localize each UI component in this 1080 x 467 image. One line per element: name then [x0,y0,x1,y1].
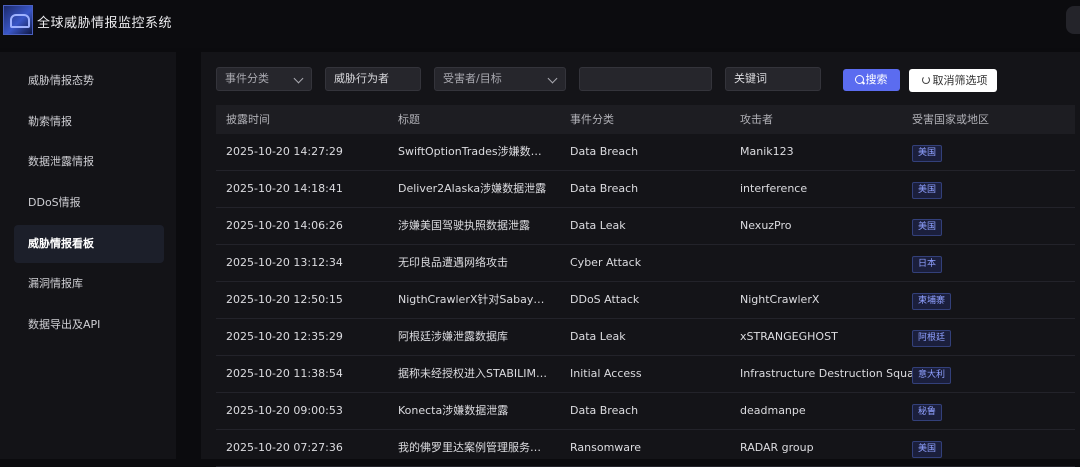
row-category: Cyber Attack [570,256,642,269]
header-attacker[interactable]: 攻击者 [740,105,773,134]
country-badge: 美国 [912,182,943,199]
row-time: 2025-10-20 13:12:34 [226,256,343,269]
row-attacker: deadmanpe [740,404,806,417]
sidebar-item-data-leak[interactable]: 数据泄露情报 [14,143,164,181]
app-title: 全球威胁情报监控系统 [37,16,173,31]
header-category[interactable]: 事件分类 [570,105,614,134]
table-row[interactable]: 2025-10-20 12:50:15 NigthCrawlerX针对Sabay… [216,282,1075,319]
refresh-icon [922,76,930,84]
sidebar: 威胁情报态势 勒索情报 数据泄露情报 DDoS情报 威胁情报看板 漏洞情报库 数… [0,52,176,459]
victim-select[interactable]: 受害者/目标 [434,67,566,91]
row-category: Data Breach [570,404,639,417]
chevron-down-icon [547,73,558,84]
sidebar-item-threat-posture[interactable]: 威胁情报态势 [14,62,164,100]
row-title[interactable]: Konecta涉嫌数据泄露 [398,393,548,429]
row-time: 2025-10-20 12:35:29 [226,330,343,343]
row-title[interactable]: 无印良品遭遇网络攻击 [398,245,548,281]
search-button[interactable]: 搜索 [843,69,900,91]
table-row[interactable]: 2025-10-20 07:27:36 我的佛罗里达案例管理服务有限… Rans… [216,430,1075,467]
search-button-label: 搜索 [865,73,888,86]
row-attacker: RADAR group [740,441,814,454]
category-select-placeholder: 事件分类 [225,72,269,85]
table-row[interactable]: 2025-10-20 14:06:26 涉嫌美国驾驶执照数据泄露 Data Le… [216,208,1075,245]
sidebar-item-vulnerability-db[interactable]: 漏洞情报库 [14,265,164,303]
table-row[interactable]: 2025-10-20 09:00:53 Konecta涉嫌数据泄露 Data B… [216,393,1075,430]
free-text-input[interactable] [579,67,712,91]
main-panel: 事件分类 威胁行为者 受害者/目标 关键词 搜索 取消筛选项 披露时间 标题 事… [201,52,1080,467]
row-time: 2025-10-20 14:18:41 [226,182,343,195]
row-time: 2025-10-20 14:27:29 [226,145,343,158]
row-category: Data Leak [570,219,626,232]
row-title[interactable]: 据称未经授权进入STABILIMEN… [398,356,548,392]
sidebar-item-export-api[interactable]: 数据导出及API [14,306,164,344]
chevron-down-icon [293,73,304,84]
keyword-input[interactable]: 关键词 [725,67,821,91]
row-attacker: NightCrawlerX [740,293,820,306]
victim-select-placeholder: 受害者/目标 [443,72,502,85]
actor-input[interactable]: 威胁行为者 [325,67,421,91]
table-row[interactable]: 2025-10-20 13:12:34 无印良品遭遇网络攻击 Cyber Att… [216,245,1075,282]
row-title[interactable]: SwiftOptionTrades涉嫌数据泄露 [398,134,548,170]
row-category: DDoS Attack [570,293,640,306]
row-category: Data Leak [570,330,626,343]
row-title[interactable]: 阿根廷涉嫌泄露数据库 [398,319,548,355]
header-title[interactable]: 标题 [398,105,548,134]
row-time: 2025-10-20 11:38:54 [226,367,343,380]
country-badge: 美国 [912,441,943,458]
row-attacker: xSTRANGEGHOST [740,330,838,343]
row-time: 2025-10-20 07:27:36 [226,441,343,454]
row-title[interactable]: 涉嫌美国驾驶执照数据泄露 [398,208,548,244]
table-row[interactable]: 2025-10-20 14:18:41 Deliver2Alaska涉嫌数据泄露… [216,171,1075,208]
row-attacker: interference [740,182,808,195]
actor-input-value: 威胁行为者 [334,72,389,85]
country-badge: 柬埔寨 [912,293,952,310]
header-country[interactable]: 受害国家或地区 [912,105,989,134]
row-category: Data Breach [570,182,639,195]
row-category: Data Breach [570,145,639,158]
row-category: Initial Access [570,367,642,380]
row-category: Ransomware [570,441,642,454]
country-badge: 意大利 [912,367,952,384]
row-attacker: NexuzPro [740,219,792,232]
user-menu-handle[interactable] [1066,6,1080,34]
top-bar: 全球威胁情报监控系统 [0,0,1080,48]
clear-filters-button[interactable]: 取消筛选项 [909,69,997,92]
row-attacker: Infrastructure Destruction Squad [740,367,921,380]
sidebar-item-ransomware[interactable]: 勒索情报 [14,103,164,141]
table-row[interactable]: 2025-10-20 11:38:54 据称未经授权进入STABILIMEN… … [216,356,1075,393]
row-attacker: Manik123 [740,145,794,158]
row-title[interactable]: Deliver2Alaska涉嫌数据泄露 [398,171,548,207]
app-logo [3,5,33,35]
table-row[interactable]: 2025-10-20 12:35:29 阿根廷涉嫌泄露数据库 Data Leak… [216,319,1075,356]
header-time[interactable]: 披露时间 [226,105,270,134]
country-badge: 阿根廷 [912,330,952,347]
row-time: 2025-10-20 14:06:26 [226,219,343,232]
table-header: 披露时间 标题 事件分类 攻击者 受害国家或地区 [216,105,1075,134]
country-badge: 日本 [912,256,943,273]
table-row[interactable]: 2025-10-20 14:27:29 SwiftOptionTrades涉嫌数… [216,134,1075,171]
events-table: 披露时间 标题 事件分类 攻击者 受害国家或地区 2025-10-20 14:2… [216,105,1075,467]
sidebar-item-threat-board[interactable]: 威胁情报看板 [14,225,164,263]
country-badge: 美国 [912,219,943,236]
category-select[interactable]: 事件分类 [216,67,312,91]
search-icon [855,75,864,84]
row-title[interactable]: 我的佛罗里达案例管理服务有限… [398,430,548,466]
row-title[interactable]: NigthCrawlerX针对SabayFlix的… [398,282,548,318]
country-badge: 秘鲁 [912,404,943,421]
keyword-input-value: 关键词 [734,72,767,85]
country-badge: 美国 [912,145,943,162]
clear-filters-label: 取消筛选项 [932,74,988,87]
sidebar-item-ddos[interactable]: DDoS情报 [14,184,164,222]
row-time: 2025-10-20 09:00:53 [226,404,343,417]
row-time: 2025-10-20 12:50:15 [226,293,343,306]
